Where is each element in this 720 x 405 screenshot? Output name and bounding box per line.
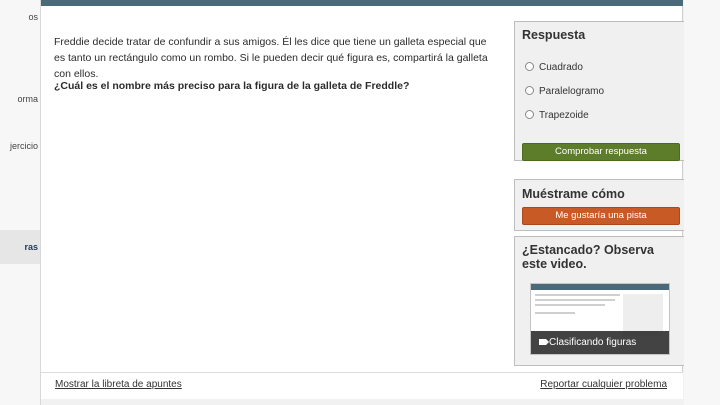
answer-panel: Respuesta Cuadrado Paralelogramo Trapezo… — [514, 21, 686, 161]
hint-button[interactable]: Me gustaría una pista — [522, 207, 680, 225]
question-prompt: ¿Cuál es el nombre más preciso para la f… — [54, 80, 410, 92]
video-camera-icon — [539, 339, 549, 345]
thumbnail-text-lines — [535, 294, 620, 317]
radio-icon[interactable] — [525, 86, 534, 95]
video-panel: ¿Estancado? Observa este video. Clasific… — [514, 236, 686, 366]
right-gutter — [684, 0, 720, 405]
show-scratchpad-link[interactable]: Mostrar la libreta de apuntes — [55, 379, 182, 390]
sidebar-item-active[interactable]: ras — [0, 230, 40, 264]
report-problem-link[interactable]: Reportar cualquier problema — [540, 379, 667, 390]
footer: Mostrar la libreta de apuntes Reportar c… — [41, 372, 683, 399]
radio-icon[interactable] — [525, 62, 534, 71]
hint-panel-title: Muéstrame cómo — [522, 187, 625, 201]
sidebar: os orma jercicio ras — [0, 0, 41, 405]
sidebar-item-2[interactable]: orma — [0, 94, 40, 104]
video-caption-bar[interactable]: Clasificando figuras — [531, 331, 669, 354]
answer-option-label: Paralelogramo — [539, 86, 605, 97]
video-thumbnail[interactable]: Clasificando figuras — [530, 283, 670, 355]
answer-option-paralelogramo[interactable]: Paralelogramo — [525, 86, 604, 97]
top-bar — [41, 0, 683, 6]
thumbnail-side-panel — [623, 294, 663, 336]
hint-panel: Muéstrame cómo Me gustaría una pista — [514, 179, 686, 231]
thumbnail-top-bar — [531, 284, 669, 290]
radio-icon[interactable] — [525, 110, 534, 119]
video-panel-title: ¿Estancado? Observa este video. — [522, 243, 654, 271]
answer-option-cuadrado[interactable]: Cuadrado — [525, 62, 583, 73]
question-text: Freddie decide tratar de confundir a sus… — [54, 36, 488, 80]
check-answer-button[interactable]: Comprobar respuesta — [522, 143, 680, 161]
answer-option-label: Trapezoide — [539, 110, 589, 121]
sidebar-item-1[interactable]: os — [0, 12, 40, 22]
answer-option-label: Cuadrado — [539, 62, 583, 73]
answer-option-trapezoide[interactable]: Trapezoide — [525, 110, 589, 121]
answer-panel-title: Respuesta — [522, 28, 586, 42]
sidebar-item-3[interactable]: jercicio — [0, 141, 40, 151]
video-caption: Clasificando figuras — [549, 337, 637, 348]
